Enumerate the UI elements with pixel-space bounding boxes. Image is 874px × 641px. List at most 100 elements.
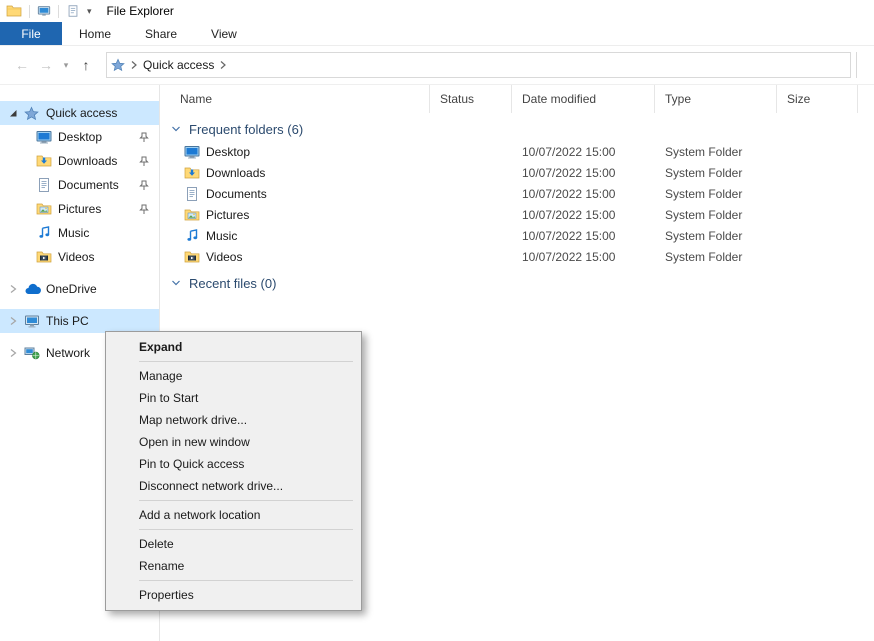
sidebar-item-downloads[interactable]: Downloads — [0, 149, 159, 173]
file-name: Pictures — [206, 208, 249, 222]
documents-icon — [36, 177, 54, 193]
search-box-cutoff[interactable] — [856, 52, 874, 78]
menu-item-pin-to-quick-access[interactable]: Pin to Quick access — [106, 453, 361, 475]
qat-icon-1[interactable] — [37, 4, 51, 18]
menu-item-open-in-new-window[interactable]: Open in new window — [106, 431, 361, 453]
up-button[interactable]: ↑ — [74, 58, 98, 72]
sidebar-item-music[interactable]: Music — [0, 221, 159, 245]
menu-item-delete[interactable]: Delete — [106, 533, 361, 555]
chevron-collapsed-icon[interactable] — [8, 284, 24, 294]
menu-item-rename[interactable]: Rename — [106, 555, 361, 577]
file-row-pictures[interactable]: Pictures 10/07/2022 15:00 System Folder — [160, 204, 874, 225]
quick-access-star-icon — [111, 58, 125, 72]
sidebar-item-label: This PC — [46, 314, 159, 328]
tab-share[interactable]: Share — [128, 22, 194, 45]
date-modified-cell: 10/07/2022 15:00 — [512, 208, 655, 222]
sidebar-item-label: OneDrive — [46, 282, 159, 296]
breadcrumb-chevron-icon[interactable] — [219, 60, 227, 70]
recent-locations-caret-icon[interactable]: ▾ — [58, 60, 74, 71]
type-cell: System Folder — [655, 187, 777, 201]
menu-separator — [139, 580, 353, 581]
music-icon — [184, 228, 200, 244]
sidebar-item-label: Videos — [58, 250, 159, 264]
file-name: Downloads — [206, 166, 265, 180]
forward-button[interactable]: → — [34, 58, 58, 72]
column-header-type[interactable]: Type — [655, 85, 777, 113]
column-header-size[interactable]: Size — [777, 85, 858, 113]
quick-access-star-icon — [24, 106, 42, 121]
column-header-name[interactable]: Name — [160, 85, 430, 113]
column-header-date-modified[interactable]: Date modified — [512, 85, 655, 113]
qat-icon-2[interactable] — [66, 4, 80, 18]
type-cell: System Folder — [655, 250, 777, 264]
sidebar-item-this-pc[interactable]: This PC — [0, 309, 159, 333]
menu-item-map-network-drive[interactable]: Map network drive... — [106, 409, 361, 431]
titlebar-separator — [58, 5, 59, 18]
group-header-frequent-folders[interactable]: Frequent folders (6) — [160, 117, 874, 141]
chevron-expanded-icon[interactable] — [8, 108, 24, 118]
sidebar-item-videos[interactable]: Videos — [0, 245, 159, 269]
menu-separator — [139, 361, 353, 362]
videos-icon — [184, 249, 200, 265]
group-header-label: Frequent folders (6) — [189, 122, 303, 137]
file-name: Desktop — [206, 145, 250, 159]
group-chevron-down-icon[interactable] — [170, 277, 182, 289]
network-icon — [24, 345, 42, 361]
file-row-desktop[interactable]: Desktop 10/07/2022 15:00 System Folder — [160, 141, 874, 162]
menu-item-expand[interactable]: Expand — [106, 336, 361, 358]
sidebar-item-label: Pictures — [58, 202, 139, 216]
this-pc-context-menu: Expand Manage Pin to Start Map network d… — [105, 331, 362, 611]
menu-item-disconnect-network-drive[interactable]: Disconnect network drive... — [106, 475, 361, 497]
file-row-videos[interactable]: Videos 10/07/2022 15:00 System Folder — [160, 246, 874, 267]
sidebar-item-label: Documents — [58, 178, 139, 192]
sidebar-item-desktop[interactable]: Desktop — [0, 125, 159, 149]
tab-home[interactable]: Home — [62, 22, 128, 45]
sidebar-item-label: Music — [58, 226, 159, 240]
chevron-collapsed-icon[interactable] — [8, 348, 24, 358]
tab-file[interactable]: File — [0, 22, 62, 45]
sidebar-item-label: Desktop — [58, 130, 139, 144]
file-row-music[interactable]: Music 10/07/2022 15:00 System Folder — [160, 225, 874, 246]
sidebar-item-label: Downloads — [58, 154, 139, 168]
downloads-icon — [184, 165, 200, 181]
type-cell: System Folder — [655, 166, 777, 180]
column-header-row: Name Status Date modified Type Size — [160, 85, 874, 113]
menu-item-properties[interactable]: Properties — [106, 584, 361, 606]
date-modified-cell: 10/07/2022 15:00 — [512, 145, 655, 159]
breadcrumb-chevron-icon[interactable] — [130, 60, 138, 70]
file-row-documents[interactable]: Documents 10/07/2022 15:00 System Folder — [160, 183, 874, 204]
address-bar[interactable]: Quick access — [106, 52, 851, 78]
desktop-icon — [36, 129, 54, 145]
pin-icon — [139, 204, 153, 215]
app-folder-icon — [6, 3, 22, 19]
sidebar-item-documents[interactable]: Documents — [0, 173, 159, 197]
group-chevron-down-icon[interactable] — [170, 123, 182, 135]
tab-view[interactable]: View — [194, 22, 254, 45]
ribbon-tab-bar: File Home Share View — [0, 22, 874, 46]
sidebar-item-onedrive[interactable]: OneDrive — [0, 277, 159, 301]
group-header-recent-files[interactable]: Recent files (0) — [160, 271, 874, 295]
this-pc-icon — [24, 313, 42, 329]
menu-separator — [139, 529, 353, 530]
sidebar-item-quick-access[interactable]: Quick access — [0, 101, 159, 125]
sidebar-item-pictures[interactable]: Pictures — [0, 197, 159, 221]
window-title: File Explorer — [107, 4, 174, 18]
back-button[interactable]: ← — [10, 58, 34, 72]
menu-separator — [139, 500, 353, 501]
date-modified-cell: 10/07/2022 15:00 — [512, 250, 655, 264]
chevron-collapsed-icon[interactable] — [8, 316, 24, 326]
pin-icon — [139, 156, 153, 167]
titlebar-separator — [29, 5, 30, 18]
menu-item-manage[interactable]: Manage — [106, 365, 361, 387]
downloads-icon — [36, 153, 54, 169]
file-row-downloads[interactable]: Downloads 10/07/2022 15:00 System Folder — [160, 162, 874, 183]
menu-item-pin-to-start[interactable]: Pin to Start — [106, 387, 361, 409]
type-cell: System Folder — [655, 208, 777, 222]
titlebar: ▾ File Explorer — [0, 0, 874, 22]
file-name: Music — [206, 229, 237, 243]
column-header-status[interactable]: Status — [430, 85, 512, 113]
pin-icon — [139, 180, 153, 191]
qat-customize-caret-icon[interactable]: ▾ — [87, 7, 92, 16]
menu-item-add-network-location[interactable]: Add a network location — [106, 504, 361, 526]
breadcrumb-quick-access[interactable]: Quick access — [143, 58, 214, 72]
